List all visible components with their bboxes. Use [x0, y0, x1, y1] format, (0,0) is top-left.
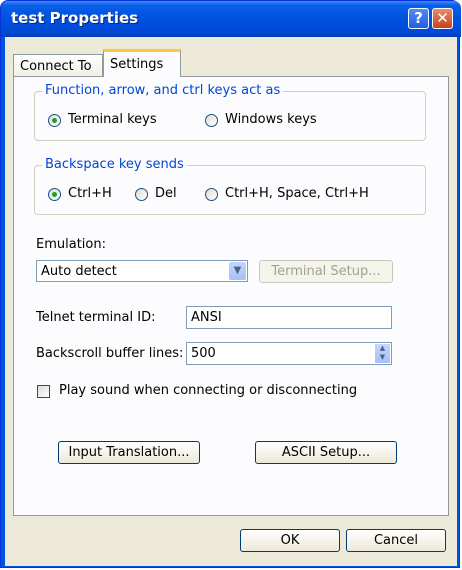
del-label[interactable]: Del: [155, 186, 177, 201]
ctrl-h-space-label[interactable]: Ctrl+H, Space, Ctrl+H: [225, 186, 369, 201]
backscroll-stepper[interactable]: 500 ▲ ▼: [186, 342, 392, 365]
dialog-body: Connect To Settings Function, arrow, and…: [5, 37, 457, 566]
telnet-id-label: Telnet terminal ID:: [36, 310, 156, 325]
properties-window: test Properties ? ✕ Connect To Settings …: [0, 0, 461, 568]
play-sound-label[interactable]: Play sound when connecting or disconnect…: [59, 383, 357, 398]
play-sound-checkbox[interactable]: [37, 385, 50, 398]
backscroll-value: 500: [191, 346, 216, 361]
tab-settings[interactable]: Settings: [103, 49, 181, 77]
input-translation-button[interactable]: Input Translation...: [58, 441, 200, 464]
terminal-setup-button[interactable]: Terminal Setup...: [259, 260, 393, 283]
emulation-value: Auto detect: [41, 264, 117, 279]
ascii-setup-button[interactable]: ASCII Setup...: [255, 441, 397, 464]
tab-connect-to[interactable]: Connect To: [13, 54, 103, 76]
ok-button[interactable]: OK: [240, 529, 340, 552]
settings-panel: Function, arrow, and ctrl keys act as Te…: [13, 76, 449, 516]
emulation-label: Emulation:: [36, 237, 106, 252]
telnet-id-input[interactable]: ANSI: [186, 306, 392, 329]
cancel-button[interactable]: Cancel: [346, 529, 446, 552]
ctrl-h-label[interactable]: Ctrl+H: [68, 186, 112, 201]
terminal-keys-label[interactable]: Terminal keys: [68, 112, 157, 127]
ctrl-h-radio[interactable]: [48, 188, 61, 201]
keys-group: Function, arrow, and ctrl keys act as Te…: [34, 83, 426, 141]
backspace-group: Backspace key sends Ctrl+H Del Ctrl+H, S…: [34, 157, 426, 215]
chevron-down-icon[interactable]: ▼: [229, 262, 246, 280]
title-bar[interactable]: test Properties ? ✕: [1, 1, 461, 37]
windows-keys-radio[interactable]: [205, 114, 218, 127]
backscroll-label: Backscroll buffer lines:: [36, 346, 184, 361]
terminal-keys-radio[interactable]: [48, 114, 61, 127]
backscroll-spinner[interactable]: ▲ ▼: [375, 344, 390, 363]
keys-group-legend: Function, arrow, and ctrl keys act as: [42, 83, 284, 98]
emulation-select[interactable]: Auto detect ▼: [36, 260, 248, 282]
del-radio[interactable]: [135, 188, 148, 201]
ctrl-h-space-radio[interactable]: [205, 188, 218, 201]
up-arrow-icon[interactable]: ▲: [375, 344, 390, 353]
help-button[interactable]: ?: [408, 8, 429, 29]
backspace-group-legend: Backspace key sends: [42, 157, 187, 172]
windows-keys-label[interactable]: Windows keys: [225, 112, 317, 127]
close-button[interactable]: ✕: [432, 8, 453, 29]
window-title: test Properties: [11, 9, 139, 27]
down-arrow-icon[interactable]: ▼: [375, 353, 390, 362]
